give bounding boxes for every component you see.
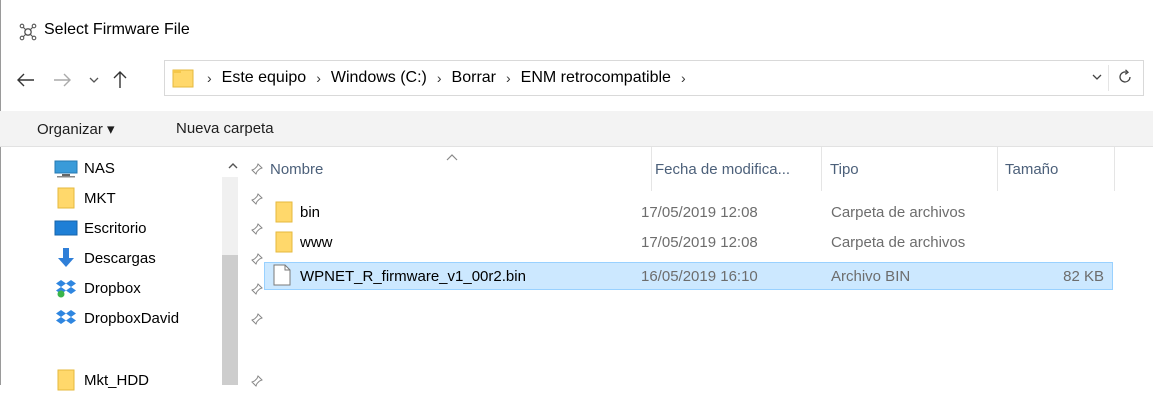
nav-item-label: Descargas: [84, 249, 156, 267]
nav-item-mkt[interactable]: MKT: [54, 183, 263, 213]
file-name: www: [300, 233, 333, 251]
table-row[interactable]: www 17/05/2019 12:08 Carpeta de archivos: [264, 229, 1113, 257]
navigation-pane: NAS MKT Escritorio Descargas Dropbox Dro: [0, 147, 263, 391]
chevron-down-icon: [89, 77, 99, 83]
file-type: Carpeta de archivos: [831, 203, 966, 221]
nav-item-mkt-hdd[interactable]: Mkt_HDD: [54, 365, 263, 395]
file-type: Archivo BIN: [831, 267, 911, 285]
file-size: 82 KB: [1063, 267, 1104, 285]
column-header-date[interactable]: Fecha de modifica...: [641, 147, 821, 191]
app-icon: [18, 22, 38, 42]
nav-item-dropbox[interactable]: Dropbox: [54, 273, 263, 303]
forward-button[interactable]: [50, 66, 74, 94]
file-date: 16/05/2019 16:10: [641, 267, 758, 285]
download-icon: [54, 247, 78, 269]
dropbox-icon: [54, 277, 78, 299]
nav-item-label: Mkt_HDD: [84, 371, 150, 389]
chevron-down-icon: [1092, 74, 1102, 80]
column-divider[interactable]: [1114, 147, 1115, 191]
file-icon: [273, 264, 291, 290]
table-row[interactable]: bin 17/05/2019 12:08 Carpeta de archivos: [264, 199, 1113, 227]
folder-icon: [172, 67, 194, 93]
column-header-size[interactable]: Tamaño: [991, 147, 1111, 191]
folder-icon: [54, 187, 78, 209]
breadcrumb: › Este equipo › Windows (C:) › Borrar › …: [201, 61, 696, 95]
chevron-right-icon[interactable]: ›: [316, 70, 321, 86]
refresh-icon: [1119, 69, 1131, 83]
nav-item-label: NAS: [84, 159, 115, 177]
breadcrumb-item[interactable]: Borrar: [452, 69, 496, 87]
organize-button[interactable]: Organizar ▾: [37, 120, 115, 138]
arrow-right-icon: [54, 73, 71, 87]
nav-scrollbar-thumb[interactable]: [222, 255, 238, 385]
file-list: Nombre Fecha de modifica... Tipo Tamaño …: [256, 147, 1153, 385]
navigation-row: › Este equipo › Windows (C:) › Borrar › …: [0, 60, 1153, 100]
column-header-name[interactable]: Nombre: [256, 147, 651, 191]
file-date: 17/05/2019 12:08: [641, 233, 758, 251]
window-title: Select Firmware File: [44, 21, 190, 38]
table-row-selected[interactable]: WPNET_R_firmware_v1_00r2.bin 16/05/2019 …: [264, 262, 1113, 290]
back-button[interactable]: [14, 66, 38, 94]
up-button[interactable]: [108, 66, 132, 94]
file-type: Carpeta de archivos: [831, 233, 966, 251]
nav-item-dropboxdavid[interactable]: DropboxDavid: [54, 303, 263, 333]
folder-icon: [274, 231, 294, 257]
folder-icon: [274, 201, 294, 227]
nav-item-escritorio[interactable]: Escritorio: [54, 213, 263, 243]
refresh-button[interactable]: [1117, 69, 1133, 89]
arrow-left-icon: [17, 73, 34, 87]
divider: [1108, 65, 1109, 91]
command-bar: Organizar ▾ Nueva carpeta: [0, 111, 1153, 147]
breadcrumb-item[interactable]: Windows (C:): [331, 69, 427, 87]
dropbox-icon: [54, 307, 78, 329]
chevron-right-icon[interactable]: ›: [437, 70, 442, 86]
new-folder-button[interactable]: Nueva carpeta: [176, 120, 274, 137]
title-bar: Select Firmware File: [0, 0, 1153, 60]
breadcrumb-item[interactable]: Este equipo: [222, 69, 307, 87]
nav-item-label: MKT: [84, 189, 116, 207]
network-drive-icon: [54, 157, 78, 179]
chevron-up-icon: [228, 163, 238, 169]
arrow-up-icon: [113, 71, 127, 88]
file-name: WPNET_R_firmware_v1_00r2.bin: [300, 267, 526, 285]
file-name: bin: [300, 203, 321, 221]
nav-item-label: Escritorio: [84, 219, 147, 237]
file-date: 17/05/2019 12:08: [641, 203, 758, 221]
scroll-up-button[interactable]: [228, 157, 238, 174]
nav-item-descargas[interactable]: Descargas: [54, 243, 263, 273]
chevron-right-icon[interactable]: ›: [681, 70, 686, 86]
address-bar[interactable]: › Este equipo › Windows (C:) › Borrar › …: [164, 60, 1144, 96]
address-history-button[interactable]: [1091, 70, 1103, 87]
chevron-right-icon[interactable]: ›: [506, 70, 511, 86]
recent-locations-button[interactable]: [82, 66, 106, 94]
nav-item-nas[interactable]: NAS: [54, 153, 263, 183]
column-header-row: Nombre Fecha de modifica... Tipo Tamaño: [256, 147, 1116, 191]
column-header-type[interactable]: Tipo: [816, 147, 996, 191]
desktop-icon: [54, 217, 78, 239]
folder-icon: [54, 369, 78, 391]
chevron-right-icon[interactable]: ›: [207, 70, 212, 86]
nav-item-label: Dropbox: [84, 279, 141, 297]
nav-item-label: DropboxDavid: [84, 309, 180, 327]
breadcrumb-item[interactable]: ENM retrocompatible: [521, 69, 671, 87]
